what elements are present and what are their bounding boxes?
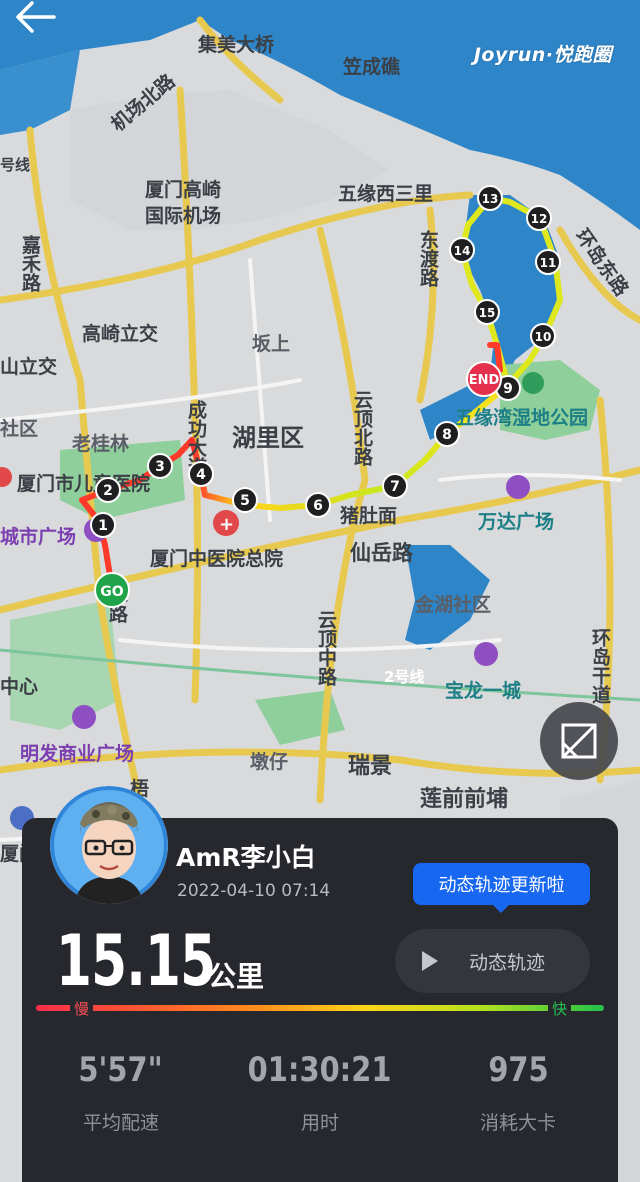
pace-fast-label: 快	[548, 998, 572, 1019]
label-airport-2: 国际机场	[145, 205, 221, 227]
label-city-plaza: 城市广场	[0, 525, 76, 548]
stat-avg-pace: 5'57" 平均配速	[21, 1050, 221, 1135]
km-marker-label-3: 3	[155, 459, 165, 475]
km-marker-label-9: 9	[503, 381, 513, 397]
label-zhongxin: 中心	[0, 675, 38, 698]
update-tooltip[interactable]: 动态轨迹更新啦	[413, 863, 590, 913]
label-jimei-bridge: 集美大桥	[197, 33, 275, 56]
km-marker-label-15: 15	[479, 306, 496, 320]
distance-unit: 公里	[208, 960, 265, 993]
label-wetland-park: 五缘湾湿地公园	[455, 406, 588, 429]
label-shequ: 社区	[0, 417, 38, 440]
duration-label: 用时	[300, 1112, 339, 1134]
calories-value: 975	[487, 1050, 549, 1090]
label-lianqian: 莲前前埔	[420, 786, 508, 812]
label-zhudumian: 猪肚面	[339, 505, 397, 527]
end-marker: END	[466, 361, 502, 397]
pace-gradient-bar	[36, 1005, 604, 1011]
km-marker-label-5: 5	[240, 493, 250, 509]
km-marker-label-10: 10	[535, 330, 552, 344]
km-marker-label-6: 6	[313, 498, 323, 514]
km-marker-label-14: 14	[454, 244, 471, 258]
label-banshang: 坂上	[252, 333, 290, 355]
label-jiahe-road: 嘉禾路	[19, 235, 42, 293]
brand-logo: Joyrun·悦跑圈	[473, 44, 612, 66]
play-icon	[422, 951, 438, 971]
distance-value: 15.15	[56, 920, 216, 1002]
label-line2: 2号线	[384, 668, 424, 686]
shopping-pin-2	[474, 642, 498, 666]
stat-duration: 01:30:21 用时	[220, 1050, 420, 1135]
user-avatar-icon	[50, 786, 168, 904]
km-marker-label-13: 13	[482, 192, 499, 206]
dynamic-track-button[interactable]: 动态轨迹	[395, 929, 590, 993]
label-laoguilin: 老桂林	[72, 432, 129, 455]
shopping-pin-3	[72, 705, 96, 729]
label-haoxian: 号线	[0, 156, 30, 174]
end-label: END	[469, 373, 500, 388]
avatar[interactable]	[50, 786, 168, 904]
label-yunding-zhonglu: 云顶中路	[315, 610, 337, 687]
start-marker: GO	[94, 572, 130, 608]
calories-label: 消耗大卡	[479, 1112, 556, 1134]
hospital-plus: +	[219, 514, 234, 535]
label-lichengjiao: 笠成礁	[342, 55, 400, 78]
label-jinhu-shequ: 金湖社区	[414, 593, 491, 616]
label-huandao-gandao: 环岛干道	[589, 628, 611, 705]
avg-pace-value: 5'57"	[78, 1050, 164, 1090]
km-marker-label-2: 2	[103, 483, 113, 499]
map-expand-icon	[561, 723, 597, 759]
km-marker-label-1: 1	[98, 518, 108, 534]
label-wuyuan-xi: 五缘西三里	[338, 183, 433, 205]
label-shan-lijiao: 山立交	[0, 355, 57, 378]
map-expand-button[interactable]	[540, 702, 618, 780]
pace-slow-label: 慢	[70, 998, 94, 1019]
label-baolong: 宝龙一城	[445, 679, 521, 702]
km-marker-label-4: 4	[196, 467, 206, 483]
km-marker-label-8: 8	[442, 427, 452, 443]
park-pin	[522, 372, 544, 394]
label-xianyue-road: 仙岳路	[350, 541, 414, 565]
label-huli-district: 湖里区	[232, 424, 304, 452]
start-label: GO	[100, 584, 123, 600]
label-dongdu-road: 东渡路	[417, 229, 439, 288]
run-datetime: 2022-04-10 07:14	[177, 881, 331, 901]
km-marker-label-11: 11	[540, 256, 557, 270]
label-ruijing: 瑞景	[348, 754, 392, 779]
label-wanda-plaza: 万达广场	[477, 510, 554, 533]
label-dunzai: 墩仔	[250, 750, 288, 773]
km-marker-label-12: 12	[531, 212, 548, 226]
duration-value: 01:30:21	[248, 1050, 392, 1090]
dynamic-track-label: 动态轨迹	[469, 951, 546, 974]
avg-pace-label: 平均配速	[82, 1112, 159, 1134]
back-button[interactable]	[12, 0, 58, 34]
label-mingfa: 明发商业广场	[20, 742, 134, 765]
label-childrens-hospital: 厦门市儿童医院	[17, 472, 150, 495]
username: AmR李小白	[176, 843, 316, 872]
label-tcm-hospital: 厦门中医院总院	[150, 547, 283, 570]
label-gaoqi-lijiao: 高崎立交	[82, 322, 158, 345]
shopping-pin-1	[506, 475, 530, 499]
stat-calories: 975 消耗大卡	[418, 1050, 618, 1135]
label-yunding-beilu: 云顶北路	[351, 390, 373, 467]
label-airport-1: 厦门高崎	[145, 178, 221, 201]
km-marker-label-7: 7	[390, 479, 400, 495]
arrow-left-icon	[16, 1, 56, 33]
